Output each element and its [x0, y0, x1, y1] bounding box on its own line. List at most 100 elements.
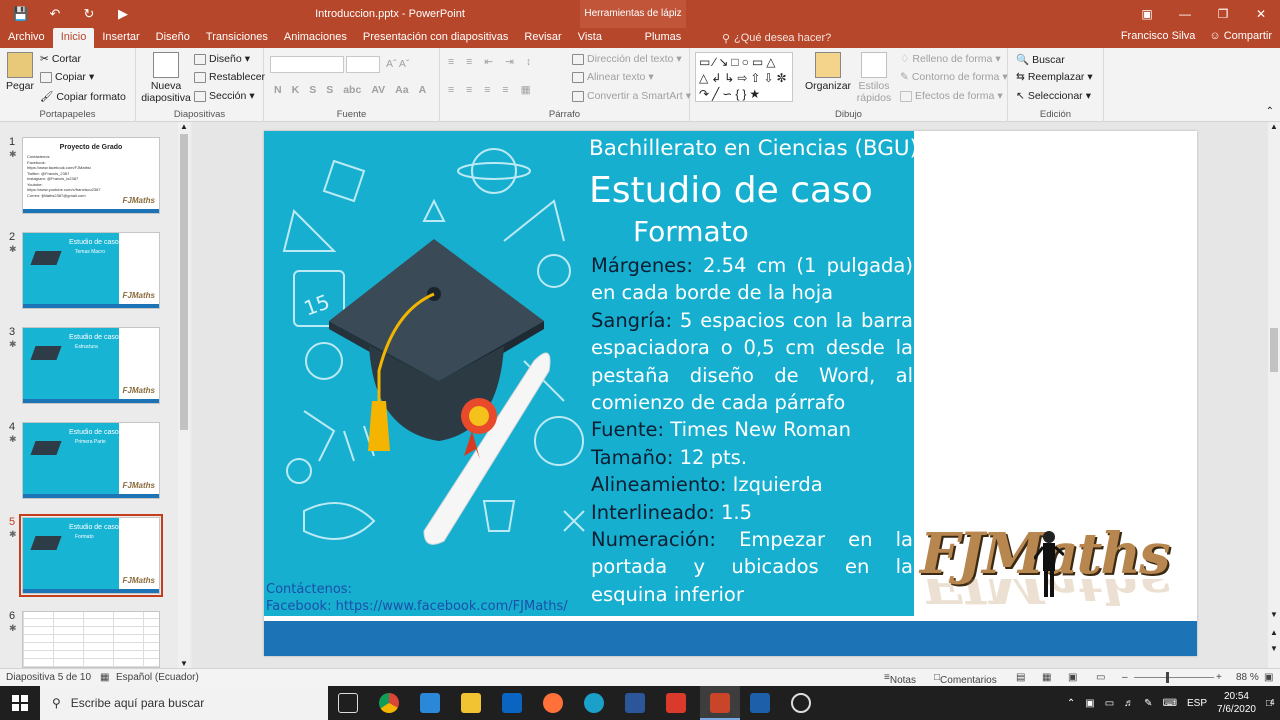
- zoom-slider[interactable]: [1134, 677, 1214, 678]
- align-text-button[interactable]: Alinear texto ▾: [572, 71, 654, 83]
- font-name-input[interactable]: [270, 56, 344, 73]
- change-case-button[interactable]: Aa: [395, 84, 408, 96]
- clock[interactable]: 20:54 7/6/2020: [1217, 690, 1256, 716]
- find-button[interactable]: 🔍 Buscar: [1016, 53, 1065, 67]
- tray-chevron-icon[interactable]: ⌃: [1067, 698, 1075, 709]
- tab-transiciones[interactable]: Transiciones: [198, 28, 276, 48]
- whiteboard-icon[interactable]: [750, 693, 770, 713]
- new-slide-button[interactable]: Nueva diapositiva: [140, 52, 192, 104]
- tab-archivo[interactable]: Archivo: [0, 28, 53, 48]
- numbering-icon[interactable]: ≡: [466, 56, 472, 68]
- line-spacing-icon[interactable]: ↕: [526, 56, 531, 68]
- acrobat-icon[interactable]: [666, 693, 686, 713]
- justify-icon[interactable]: ≡: [502, 84, 508, 96]
- text-direction-button[interactable]: Dirección del texto ▾: [572, 53, 682, 65]
- zoom-level[interactable]: 88 %: [1236, 672, 1259, 683]
- word-icon[interactable]: [625, 693, 645, 713]
- input-language[interactable]: ESP: [1187, 698, 1207, 709]
- scroll-thumb[interactable]: [1270, 328, 1278, 372]
- tab-presentacion[interactable]: Presentación con diapositivas: [355, 28, 517, 48]
- tab-inicio[interactable]: Inicio: [52, 28, 95, 48]
- contact-block[interactable]: Contáctenos: Facebook: https://www.faceb…: [266, 581, 568, 615]
- zoom-in-icon[interactable]: +: [1216, 672, 1222, 683]
- task-view-icon[interactable]: [338, 693, 358, 713]
- notes-button[interactable]: ≡ Notas: [884, 672, 916, 686]
- normal-view-icon[interactable]: ▤: [1016, 672, 1025, 683]
- slide-sorter-icon[interactable]: ▦: [1042, 672, 1051, 683]
- user-name[interactable]: Francisco Silva: [1121, 30, 1196, 42]
- bullets-icon[interactable]: ≡: [448, 56, 454, 68]
- shape-fill-button[interactable]: ♢ Relleno de forma ▾: [900, 53, 1001, 65]
- thumbnail-slide-4[interactable]: Estudio de caso Primera Parte FJMaths: [22, 422, 160, 499]
- paste-button[interactable]: Pegar: [4, 52, 36, 92]
- thumbnail-scrollbar[interactable]: ▲ ▼: [178, 122, 190, 668]
- language-indicator[interactable]: Español (Ecuador): [116, 672, 199, 683]
- thumbnail-slide-5[interactable]: Estudio de caso Formato FJMaths: [19, 514, 163, 597]
- tab-vista[interactable]: Vista: [570, 28, 610, 48]
- comments-button[interactable]: □ Comentarios: [934, 672, 997, 686]
- keyboard-icon[interactable]: ⌨: [1163, 698, 1177, 709]
- replace-button[interactable]: ⇆ Reemplazar ▾: [1016, 71, 1093, 83]
- tab-insertar[interactable]: Insertar: [94, 28, 147, 48]
- thumbnail-slide-1[interactable]: Proyecto de Grado Contáctenos Facebook: …: [22, 137, 160, 214]
- scroll-thumb[interactable]: [180, 134, 188, 430]
- firefox-icon[interactable]: [543, 693, 563, 713]
- reset-button[interactable]: Restablecer: [194, 71, 265, 83]
- shadow-button[interactable]: S: [326, 84, 333, 96]
- layout-button[interactable]: Diseño ▾: [194, 53, 250, 65]
- network-icon[interactable]: ▣: [1085, 698, 1094, 709]
- font-size-input[interactable]: [346, 56, 380, 73]
- mail-icon[interactable]: [502, 693, 522, 713]
- thumbnail-slide-3[interactable]: Estudio de caso Estructura FJMaths: [22, 327, 160, 404]
- align-left-icon[interactable]: ≡: [448, 84, 454, 96]
- prev-slide-icon[interactable]: ▲: [1270, 628, 1278, 637]
- battery-icon[interactable]: ▭: [1105, 698, 1114, 709]
- tab-plumas[interactable]: Plumas: [618, 28, 708, 48]
- maximize-icon[interactable]: ❐: [1204, 0, 1242, 28]
- ribbon-display-icon[interactable]: ▣: [1128, 0, 1166, 28]
- pen-icon[interactable]: ✎: [1144, 698, 1152, 709]
- section-button[interactable]: Sección ▾: [194, 90, 255, 102]
- quick-styles-button[interactable]: Estilos rápidos: [852, 52, 896, 104]
- zoom-out-icon[interactable]: –: [1122, 672, 1128, 683]
- tab-animaciones[interactable]: Animaciones: [276, 28, 355, 48]
- underline-button[interactable]: S: [309, 84, 316, 96]
- volume-icon[interactable]: ♬: [1124, 698, 1134, 709]
- char-spacing-button[interactable]: AV: [371, 84, 385, 96]
- tell-me-box[interactable]: ⚲ ¿Qué desea hacer?: [722, 28, 831, 48]
- font-color-button[interactable]: A: [419, 84, 427, 96]
- taskbar-search[interactable]: ⚲ Escribe aquí para buscar: [40, 686, 328, 720]
- shape-outline-button[interactable]: ✎ Contorno de forma ▾: [900, 71, 1008, 83]
- select-button[interactable]: ↖ Seleccionar ▾: [1016, 90, 1091, 102]
- tab-diseno[interactable]: Diseño: [148, 28, 198, 48]
- bold-button[interactable]: N: [274, 84, 282, 96]
- slide-body[interactable]: Márgenes: 2.54 cm (1 pulgada) en cada bo…: [591, 252, 913, 608]
- collapse-ribbon-icon[interactable]: ⌃: [1266, 106, 1274, 117]
- thumbnail-slide-2[interactable]: Estudio de caso Temas Macro FJMaths: [22, 232, 160, 309]
- outdent-icon[interactable]: ⇥: [505, 56, 514, 68]
- zoom-slider-thumb[interactable]: [1166, 672, 1169, 683]
- reading-view-icon[interactable]: ▣: [1068, 672, 1077, 683]
- scroll-down-icon[interactable]: ▼: [1270, 610, 1278, 619]
- scroll-up-icon[interactable]: ▲: [180, 122, 188, 131]
- italic-button[interactable]: K: [292, 84, 300, 96]
- windows-start-icon[interactable]: [12, 695, 28, 711]
- scroll-down-icon[interactable]: ▼: [180, 659, 188, 668]
- spelling-icon[interactable]: ▦: [100, 672, 109, 683]
- align-right-icon[interactable]: ≡: [484, 84, 490, 96]
- slide-header[interactable]: Bachillerato en Ciencias (BGU): [589, 136, 914, 161]
- arrange-button[interactable]: Organizar: [800, 52, 856, 92]
- thumbnail-slide-6[interactable]: [22, 611, 160, 668]
- next-slide-icon[interactable]: ▼: [1270, 644, 1278, 653]
- minimize-icon[interactable]: —: [1166, 0, 1204, 28]
- tab-revisar[interactable]: Revisar: [516, 28, 569, 48]
- shape-effects-button[interactable]: Efectos de forma ▾: [900, 90, 1003, 102]
- format-painter-button[interactable]: 🖌 Copiar formato: [40, 90, 126, 104]
- editor-scrollbar[interactable]: ▲ ▼ ▲ ▼: [1268, 122, 1280, 668]
- close-icon[interactable]: ✕: [1242, 0, 1280, 28]
- slideshow-icon[interactable]: ▭: [1096, 672, 1105, 683]
- copy-button[interactable]: Copiar ▾: [40, 71, 94, 83]
- obs-icon[interactable]: [791, 693, 811, 713]
- slide-subtitle[interactable]: Formato: [633, 215, 749, 248]
- slide-title[interactable]: Estudio de caso: [589, 170, 873, 211]
